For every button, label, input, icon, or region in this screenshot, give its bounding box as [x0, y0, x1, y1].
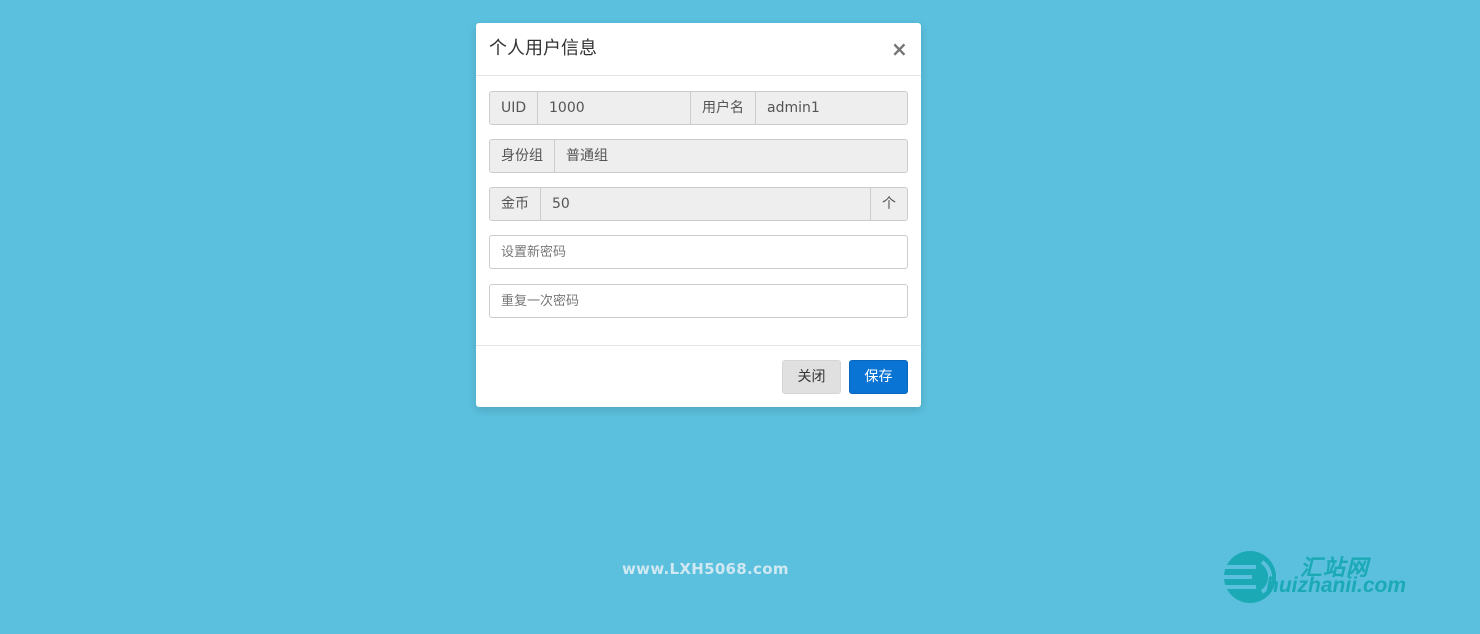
repeat-password-input[interactable]	[489, 284, 908, 318]
footer-site-text: www.LXH5068.com	[622, 560, 789, 578]
watermark-en-text: huizhanii.com	[1266, 574, 1407, 597]
modal-header: 个人用户信息 ×	[476, 23, 921, 76]
coins-label: 金币	[489, 187, 541, 221]
modal-title: 个人用户信息	[489, 38, 597, 59]
new-password-row	[489, 235, 908, 269]
uid-username-row: UID 1000 用户名 admin1	[489, 91, 908, 125]
close-icon[interactable]: ×	[891, 38, 908, 60]
watermark-logo: 汇站网 huizhanii.com	[1222, 548, 1444, 606]
coins-unit: 个	[871, 187, 908, 221]
repeat-password-row	[489, 284, 908, 318]
uid-label: UID	[489, 91, 538, 125]
save-button[interactable]: 保存	[849, 360, 908, 394]
uid-value: 1000	[538, 91, 691, 125]
group-label: 身份组	[489, 139, 555, 173]
coins-value: 50	[541, 187, 871, 221]
username-label: 用户名	[691, 91, 756, 125]
group-row: 身份组 普通组	[489, 139, 908, 173]
user-info-modal: 个人用户信息 × UID 1000 用户名 admin1 身份组 普通组 金币 …	[476, 23, 921, 407]
close-button[interactable]: 关闭	[782, 360, 841, 394]
modal-footer: 关闭 保存	[476, 345, 921, 407]
coins-row: 金币 50 个	[489, 187, 908, 221]
group-value: 普通组	[555, 139, 908, 173]
username-value: admin1	[756, 91, 908, 125]
new-password-input[interactable]	[489, 235, 908, 269]
